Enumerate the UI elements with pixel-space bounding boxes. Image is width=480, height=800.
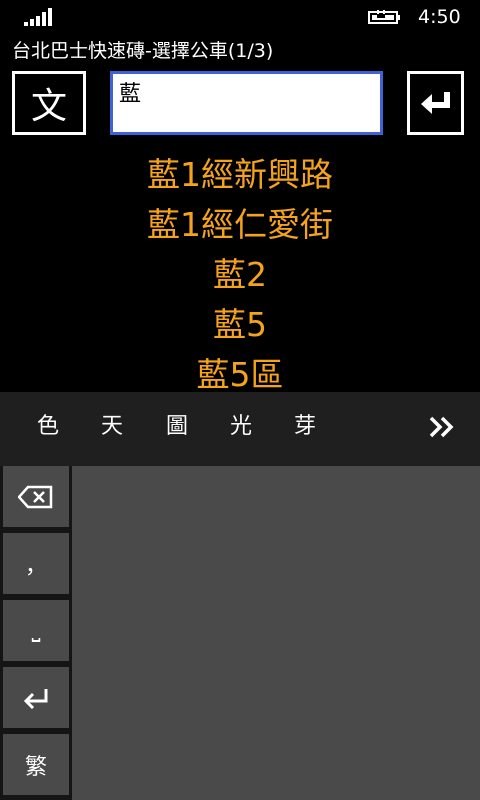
page-title: 台北巴士快速磚-選擇公車(1/3) — [12, 40, 274, 62]
search-input-value: 藍 — [119, 82, 142, 107]
candidate-word[interactable]: 光 — [221, 392, 261, 462]
candidate-bar: 色 天 圖 光 芽 — [0, 392, 480, 462]
candidate-word[interactable]: 天 — [92, 392, 132, 462]
enter-arrow-icon — [23, 688, 48, 709]
comma-key[interactable]: ， — [3, 533, 69, 594]
double-chevron-right-icon — [429, 416, 454, 438]
route-result-list: 藍1經新興路 藍1經仁愛街 藍2 藍5 藍5區 — [0, 150, 480, 400]
key-area: ， ⎵ 繁 — [0, 466, 480, 800]
input-mode-button[interactable]: 文 — [12, 71, 86, 135]
backspace-icon — [18, 485, 53, 508]
candidate-word[interactable]: 圖 — [157, 392, 197, 462]
candidate-word[interactable]: 色 — [28, 392, 68, 462]
traditional-key-label: 繁 — [24, 754, 47, 780]
screen: 4:50 台北巴士快速磚-選擇公車(1/3) 文 藍 藍1經新興路 藍1經仁愛街… — [0, 0, 480, 800]
backspace-key[interactable] — [3, 466, 69, 527]
enter-button[interactable] — [407, 71, 464, 135]
candidate-word[interactable]: 芽 — [285, 392, 325, 462]
space-key-label: ⎵ — [31, 618, 41, 643]
clock: 4:50 — [418, 6, 461, 28]
route-result-item[interactable]: 藍2 — [0, 250, 480, 300]
comma-key-label: ， — [24, 553, 47, 579]
enter-arrow-icon — [420, 92, 450, 114]
route-result-item[interactable]: 藍1經仁愛街 — [0, 200, 480, 250]
signal-icon — [24, 8, 54, 26]
enter-key[interactable] — [3, 667, 69, 728]
status-bar: 4:50 — [0, 0, 480, 32]
route-result-item[interactable]: 藍1經新興路 — [0, 150, 480, 200]
more-candidates-button[interactable] — [418, 406, 468, 448]
input-mode-label: 文 — [30, 86, 67, 127]
route-result-item[interactable]: 藍5 — [0, 300, 480, 350]
handwriting-pad[interactable] — [72, 466, 480, 800]
search-input[interactable]: 藍 — [110, 71, 383, 135]
space-key[interactable]: ⎵ — [3, 600, 69, 661]
battery-charging-icon — [368, 10, 400, 24]
handwriting-keyboard: 色 天 圖 光 芽 ， ⎵ 繁 — [0, 392, 480, 800]
traditional-chinese-key[interactable]: 繁 — [3, 734, 69, 795]
